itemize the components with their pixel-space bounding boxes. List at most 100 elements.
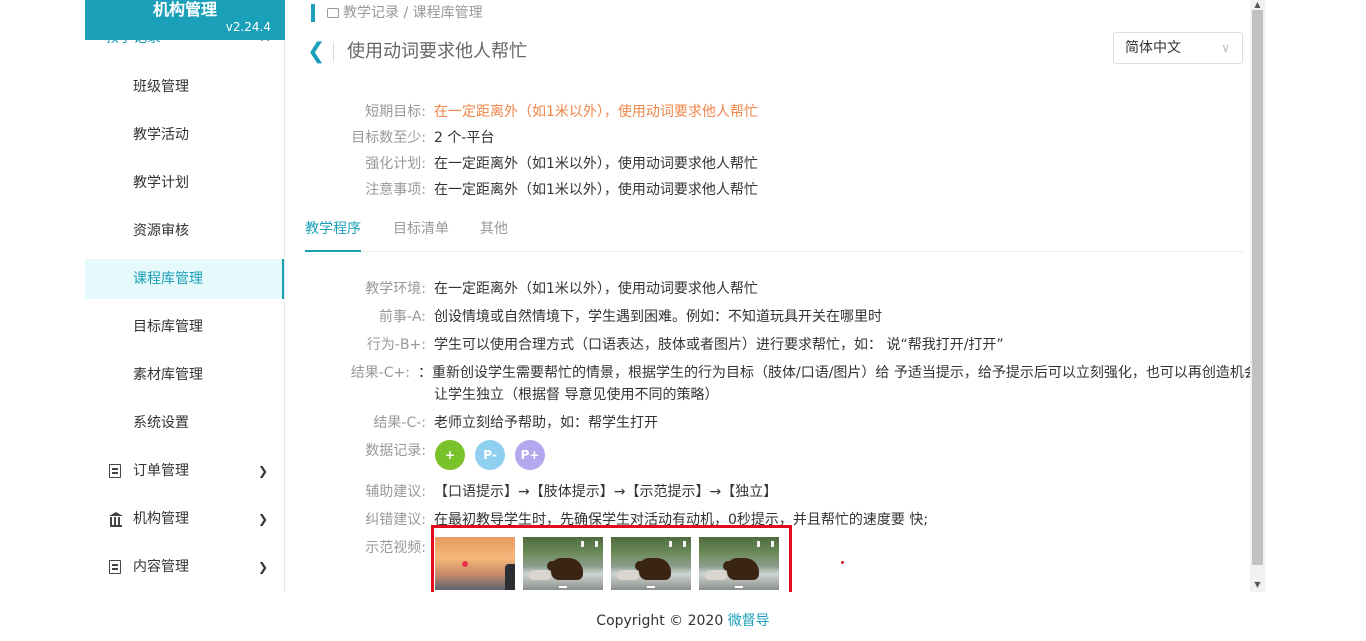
proc-result-plus: 结果-C+: ：重新创设学生需要帮忙的情景，根据学生的行为目标（肢体/口语/图片… <box>351 363 1250 383</box>
main-content: 教学记录 / 课程库管理 ❮ 使用动词要求他人帮忙 简体中文 ∨ 短期目标: 在… <box>285 0 1250 592</box>
field-label: 短期目标: <box>365 104 426 120</box>
sidebar-item-plan[interactable]: 教学计划 <box>85 163 284 203</box>
tab-procedure[interactable]: 教学程序 <box>305 212 361 252</box>
chevron-down-icon: ∨ <box>1221 41 1230 55</box>
tab-goal-list[interactable]: 目标清单 <box>393 212 449 252</box>
video-thumbnail-sunset[interactable] <box>435 537 515 590</box>
progress-dots <box>735 586 743 588</box>
info-notes: 注意事项: 在一定距离外（如1米以外），使用动词要求他人帮忙 <box>365 180 758 200</box>
video-thumbnail-bear[interactable] <box>611 537 691 590</box>
breadcrumb-text: 教学记录 / 课程库管理 <box>343 5 483 21</box>
video-thumbnail-bear[interactable] <box>699 537 779 590</box>
field-label: 结果-C-: <box>373 415 426 431</box>
sidebar-item-label: 资源审核 <box>133 223 189 239</box>
sidebar-group-orders[interactable]: 订单管理 ❯ <box>85 451 284 491</box>
sidebar-item-label: 素材库管理 <box>133 367 203 383</box>
field-value: 在一定距离外（如1米以外），使用动词要求他人帮忙 <box>434 104 758 120</box>
sidebar-item-label: 课程库管理 <box>133 271 203 287</box>
sidebar-group-label: 内容管理 <box>133 559 189 575</box>
sidebar-group-label: 机构管理 <box>133 511 189 527</box>
sidebar-group-label: 订单管理 <box>133 463 189 479</box>
footer: Copyright © 2020 微督导 <box>0 612 1366 630</box>
back-button[interactable]: ❮ <box>307 40 325 64</box>
proc-behavior: 行为-B+: 学生可以使用合理方式（口语表达，肢体或者图片）进行要求帮忙，如： … <box>367 335 1004 355</box>
field-label: 注意事项: <box>365 182 426 198</box>
record-plus-button[interactable]: + <box>435 440 465 470</box>
sidebar-item-activity[interactable]: 教学活动 <box>85 115 284 155</box>
sidebar-item-course-library[interactable]: 课程库管理 <box>85 259 284 299</box>
field-value: 【口语提示】→【肢体提示】→【示范提示】→【独立】 <box>434 484 778 500</box>
proc-assist: 辅助建议: 【口语提示】→【肢体提示】→【示范提示】→【独立】 <box>365 482 778 502</box>
app-version: v2.24.4 <box>225 20 271 34</box>
sidebar-item-material-library[interactable]: 素材库管理 <box>85 355 284 395</box>
vertical-scrollbar[interactable]: ▲ ▼ <box>1250 0 1265 592</box>
document-icon <box>109 464 121 478</box>
chevron-down-icon: ❯ <box>257 512 268 526</box>
field-value: 老师立刻给予帮助，如：帮学生打开 <box>434 415 658 431</box>
field-label: 强化计划: <box>365 156 426 172</box>
field-value: 在一定距离外（如1米以外），使用动词要求他人帮忙 <box>434 156 758 172</box>
sidebar-item-label: 目标库管理 <box>133 319 203 335</box>
field-value: 在一定距离外（如1米以外），使用动词要求他人帮忙 <box>434 182 758 198</box>
info-min-goals: 目标数至少: 2 个-平台 <box>351 128 495 148</box>
info-short-goal: 短期目标: 在一定距离外（如1米以外），使用动词要求他人帮忙 <box>365 102 758 122</box>
brand-link[interactable]: 微督导 <box>728 613 770 629</box>
breadcrumb: 教学记录 / 课程库管理 <box>327 4 483 22</box>
record-p-minus-button[interactable]: P- <box>475 440 505 470</box>
rock-shape <box>617 570 639 580</box>
sidebar-item-label: 教学活动 <box>133 127 189 143</box>
bird-shape <box>669 541 672 547</box>
bird-shape <box>595 541 598 547</box>
field-value: 学生可以使用合理方式（口语表达，肢体或者图片）进行要求帮忙，如： 说“帮我打开/… <box>434 337 1004 353</box>
field-label: 目标数至少: <box>351 130 426 146</box>
chevron-down-icon: ❯ <box>257 560 268 574</box>
rock-shape <box>529 570 551 580</box>
tab-other[interactable]: 其他 <box>480 212 508 252</box>
copyright-text: Copyright © 2020 <box>596 613 724 629</box>
field-label: 结果-C+: <box>350 365 410 381</box>
sidebar-item-review[interactable]: 资源审核 <box>85 211 284 251</box>
field-value: 在一定距离外（如1米以外），使用动词要求他人帮忙 <box>434 281 758 297</box>
field-value: ：重新创设学生需要帮忙的情景，根据学生的行为目标（肢体/口语/图片）给 予适当提… <box>418 365 1250 381</box>
tree-shape <box>505 564 515 590</box>
progress-dots <box>559 586 567 588</box>
scrollbar-thumb[interactable] <box>1252 10 1263 565</box>
sidebar-item-label: 系统设置 <box>133 415 189 431</box>
video-icon <box>327 8 339 18</box>
field-label: 示范视频: <box>365 540 426 556</box>
bear-head-shape <box>635 561 647 571</box>
proc-result-plus-cont: 让学生独立（根据督 导意见使用不同的策略） <box>434 385 718 405</box>
scroll-down-icon[interactable]: ▼ <box>1250 578 1265 592</box>
sidebar-group-institution[interactable]: 机构管理 ❯ <box>85 499 284 539</box>
sidebar-item-goal-library[interactable]: 目标库管理 <box>85 307 284 347</box>
title-divider <box>333 42 334 62</box>
cursor-dot <box>841 561 844 564</box>
field-value: 创设情境或自然情境下，学生遇到困难。例如：不知道玩具开关在哪里时 <box>434 309 882 325</box>
language-selected: 简体中文 <box>1125 40 1181 56</box>
sun-shape <box>462 561 468 567</box>
sidebar-item-settings[interactable]: 系统设置 <box>85 403 284 443</box>
bird-shape <box>757 541 760 547</box>
field-label: 辅助建议: <box>365 484 426 500</box>
video-thumbnail-bear[interactable] <box>523 537 603 590</box>
detail-tabs: 教学程序 目标清单 其他 <box>305 212 1245 252</box>
record-p-plus-button[interactable]: P+ <box>515 440 545 470</box>
progress-dots <box>647 586 655 588</box>
proc-environment: 教学环境: 在一定距离外（如1米以外），使用动词要求他人帮忙 <box>365 279 758 299</box>
app-title: 机构管理 <box>152 0 217 19</box>
field-value: 2 个-平台 <box>434 130 495 146</box>
info-reinforcement: 强化计划: 在一定距离外（如1米以外），使用动词要求他人帮忙 <box>365 154 758 174</box>
bear-head-shape <box>723 561 735 571</box>
breadcrumb-accent <box>311 4 315 22</box>
field-label: 纠错建议: <box>365 512 426 528</box>
sidebar-item-label: 班级管理 <box>133 79 189 95</box>
field-value: 在最初教导学生时，先确保学生对活动有动机，0秒提示，并且帮忙的速度要 快; <box>434 512 929 528</box>
sidebar-item-class[interactable]: 班级管理 <box>85 67 284 107</box>
proc-result-minus: 结果-C-: 老师立刻给予帮助，如：帮学生打开 <box>373 413 658 433</box>
rock-shape <box>705 570 727 580</box>
document-icon <box>109 560 121 574</box>
app-logo: 机构管理 v2.24.4 <box>85 0 285 40</box>
sidebar-group-content[interactable]: 内容管理 ❯ <box>85 547 284 587</box>
language-select[interactable]: 简体中文 ∨ <box>1113 32 1243 64</box>
scroll-up-icon[interactable]: ▲ <box>1250 0 1265 10</box>
